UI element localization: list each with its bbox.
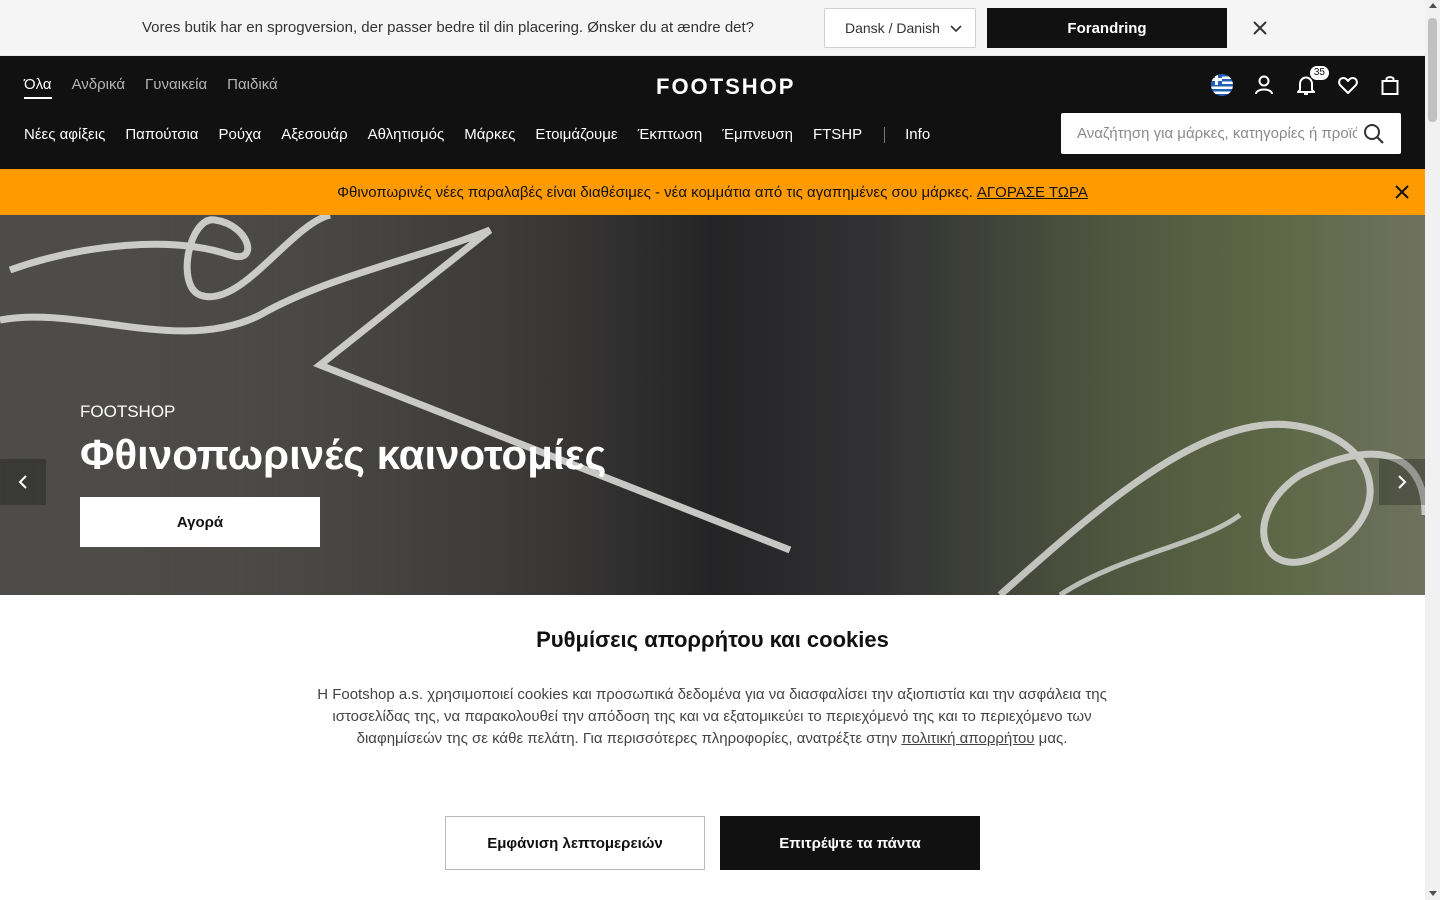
promo-text: Φθινοπωρινές νέες παραλαβές είναι διαθέσ… xyxy=(337,183,973,201)
close-icon[interactable] xyxy=(1393,183,1411,201)
chevron-right-icon xyxy=(1398,475,1407,489)
language-message: Vores butik har en sprogversion, der pas… xyxy=(142,19,755,36)
tab-all[interactable]: Όλα xyxy=(24,76,52,99)
footshop-logo[interactable]: FOOTSHOP xyxy=(656,74,795,100)
site-header: Όλα Ανδρικά Γυναικεία Παιδικά FOOTSHOP 3… xyxy=(0,56,1425,169)
scroll-up-arrow[interactable] xyxy=(1429,3,1437,8)
search-box xyxy=(1061,113,1401,154)
nav-sale[interactable]: Έκπτωση xyxy=(638,126,703,143)
change-language-button[interactable]: Forandring xyxy=(987,8,1227,48)
nav-inspiration[interactable]: Έμπνευση xyxy=(722,126,793,143)
nav-info[interactable]: Info xyxy=(905,126,930,143)
hero-shop-button[interactable]: Αγορά xyxy=(80,497,320,547)
tab-kids[interactable]: Παιδικά xyxy=(227,76,278,99)
page-scrollbar[interactable] xyxy=(1425,0,1440,900)
user-icon[interactable] xyxy=(1252,73,1276,97)
scroll-down-arrow[interactable] xyxy=(1429,891,1437,896)
nav-coming-soon[interactable]: Ετοιμάζουμε xyxy=(535,126,617,143)
nav-clothing[interactable]: Ρούχα xyxy=(218,126,261,143)
chevron-left-icon xyxy=(18,475,27,489)
gender-tabs: Όλα Ανδρικά Γυναικεία Παιδικά xyxy=(24,76,278,99)
nav-divider xyxy=(884,126,886,143)
language-select-value: Dansk / Danish xyxy=(845,20,940,36)
nav-accessories[interactable]: Αξεσουάρ xyxy=(281,126,347,143)
bag-icon[interactable] xyxy=(1378,73,1402,97)
language-bar: Vores butik har en sprogversion, der pas… xyxy=(0,0,1425,56)
cookie-text-end: μας. xyxy=(1038,730,1068,747)
cookie-title: Ρυθμίσεις απορρήτου και cookies xyxy=(536,627,889,652)
language-select[interactable]: Dansk / Danish xyxy=(824,8,976,48)
cookie-consent-panel: Ρυθμίσεις απορρήτου και cookies Η Footsh… xyxy=(0,595,1425,900)
header-icons: 35 xyxy=(1210,65,1402,97)
hero-banner: FOOTSHOP Φθινοπωρινές καινοτομίες Αγορά xyxy=(0,215,1425,595)
cookie-description: Η Footshop a.s. χρησιμοποιεί cookies και… xyxy=(312,684,1112,750)
scroll-thumb[interactable] xyxy=(1428,18,1437,122)
nav-ftshp[interactable]: FTSHP xyxy=(813,126,862,143)
nav-sport[interactable]: Αθλητισμός xyxy=(368,126,445,143)
hero-brand: FOOTSHOP xyxy=(80,402,176,421)
greece-flag-icon[interactable] xyxy=(1210,73,1234,97)
notification-badge: 35 xyxy=(1308,65,1330,81)
promo-banner: Φθινοπωρινές νέες παραλαβές είναι διαθέσ… xyxy=(0,169,1425,215)
promo-shop-now-link[interactable]: ΑΓΟΡΑΣΕ ΤΩΡΑ xyxy=(977,184,1088,201)
close-icon[interactable] xyxy=(1250,18,1270,38)
search-input[interactable] xyxy=(1077,113,1357,154)
hero-title: Φθινοπωρινές καινοτομίες xyxy=(80,431,607,478)
bell-icon[interactable]: 35 xyxy=(1294,65,1330,97)
allow-all-button[interactable]: Επιτρέψτε τα πάντα xyxy=(720,816,980,870)
chevron-down-icon xyxy=(950,25,962,33)
nav-new-arrivals[interactable]: Νέες αφίξεις xyxy=(24,126,105,143)
heart-icon[interactable] xyxy=(1336,73,1360,97)
tab-men[interactable]: Ανδρικά xyxy=(72,76,125,99)
nav-brands[interactable]: Μάρκες xyxy=(464,126,515,143)
nav-shoes[interactable]: Παπούτσια xyxy=(125,126,198,143)
carousel-prev-button[interactable] xyxy=(0,459,46,505)
category-nav: Νέες αφίξεις Παπούτσια Ρούχα Αξεσουάρ Αθ… xyxy=(24,126,950,143)
tab-women[interactable]: Γυναικεία xyxy=(145,76,207,99)
privacy-policy-link[interactable]: πολιτική απορρήτου xyxy=(901,730,1034,747)
show-details-button[interactable]: Εμφάνιση λεπτομερειών xyxy=(445,816,705,870)
carousel-next-button[interactable] xyxy=(1379,459,1425,505)
search-icon[interactable] xyxy=(1363,123,1385,145)
